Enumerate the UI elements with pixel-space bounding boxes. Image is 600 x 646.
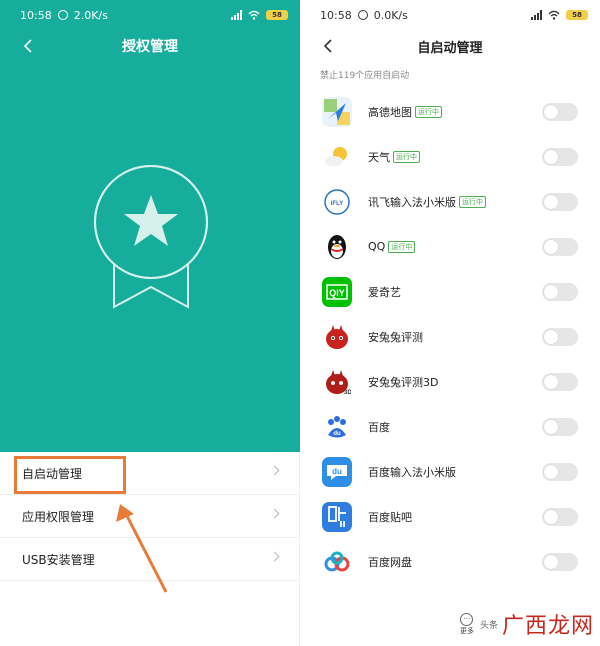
app-row: du 百度输入法小米版 <box>300 449 600 494</box>
more-icon: ··· <box>460 612 474 626</box>
baidu-pan-icon <box>322 546 352 577</box>
iflytek-icon: iFLY <box>322 186 352 217</box>
source-watermark: ··· 更多 头条 广西龙网 <box>460 608 594 640</box>
pointer-arrow-icon <box>116 504 168 593</box>
status-time: 10:58 <box>20 8 52 22</box>
autostart-toggle[interactable] <box>542 148 578 166</box>
autostart-toggle[interactable] <box>542 373 578 391</box>
page-title: 自启动管理 <box>417 40 483 56</box>
running-badge: 运行中 <box>388 240 416 253</box>
menu-item-label: 应用权限管理 <box>22 509 95 524</box>
autostart-toggle[interactable] <box>542 508 578 526</box>
iqiyi-icon: QIY <box>322 276 352 307</box>
app-row: iFLY 讯飞输入法小米版 运行中 <box>300 179 600 224</box>
app-name: 天气 <box>368 150 390 164</box>
app-row: du 百度 <box>300 404 600 449</box>
network-speed: 2.0K/s <box>73 8 108 22</box>
status-bar: 10:58 2.0K/s 58 <box>0 0 300 30</box>
qq-icon <box>322 231 352 262</box>
app-name: 百度网盘 <box>368 555 412 569</box>
autostart-screen: 10:58 0.0K/s 58 自启动管理 禁止119个应用自启动 高德地图 运行… <box>300 0 600 646</box>
baidu-icon: du <box>322 411 352 442</box>
authorization-screen: 10:58 2.0K/s 58 授权管理 自启动管理 应用权限管理 USB安装管… <box>0 0 300 646</box>
back-arrow-icon[interactable] <box>18 36 38 56</box>
antutu-icon <box>322 321 352 352</box>
autostart-toggle[interactable] <box>542 193 578 211</box>
signal-icon <box>231 10 242 20</box>
baidu-ime-icon: du <box>322 456 352 487</box>
app-row: 百度贴吧 <box>300 494 600 539</box>
chevron-right-icon <box>269 508 280 519</box>
autostart-toggle[interactable] <box>542 463 578 481</box>
app-row: 百度网盘 <box>300 539 600 584</box>
back-arrow-icon[interactable] <box>318 36 338 56</box>
app-row: QIY 爱奇艺 <box>300 269 600 314</box>
signal-icon <box>531 10 542 20</box>
app-row: QQ 运行中 <box>300 224 600 269</box>
alarm-icon <box>57 10 68 20</box>
app-row: 高德地图 运行中 <box>300 89 600 134</box>
wifi-icon <box>548 10 560 20</box>
app-name: 百度贴吧 <box>368 510 412 524</box>
svg-text:iFLY: iFLY <box>331 201 343 207</box>
network-speed: 0.0K/s <box>373 8 408 22</box>
hero-banner: 10:58 2.0K/s 58 授权管理 <box>0 0 300 452</box>
running-badge: 运行中 <box>459 195 486 208</box>
antutu3d-icon: 3D <box>322 366 352 397</box>
page-title: 授权管理 <box>122 39 178 55</box>
watermark-source: 头条 <box>479 620 498 631</box>
svg-text:QIY: QIY <box>329 288 345 298</box>
disabled-count-label: 禁止119个应用自启动 <box>320 71 410 81</box>
autostart-toggle[interactable] <box>542 418 578 436</box>
award-badge-icon <box>94 165 208 309</box>
more-button[interactable]: ··· 更多 <box>459 612 474 636</box>
battery-icon: 58 <box>566 10 588 20</box>
top-nav: 自启动管理 <box>300 30 600 62</box>
battery-icon: 58 <box>266 10 288 20</box>
tieba-icon <box>322 501 352 532</box>
wifi-icon <box>248 10 260 20</box>
status-bar: 10:58 0.0K/s 58 <box>300 0 600 30</box>
app-name: 爱奇艺 <box>368 285 401 299</box>
watermark-logo: 广西龙网 <box>501 614 594 639</box>
chevron-right-icon <box>269 465 280 476</box>
app-name: 讯飞输入法小米版 <box>368 195 456 209</box>
running-badge: 运行中 <box>393 150 420 163</box>
app-name: QQ <box>368 240 386 253</box>
app-name: 安兔兔评测 <box>368 330 423 344</box>
highlight-box <box>14 456 126 494</box>
menu-item-label: USB安装管理 <box>22 552 95 567</box>
autostart-toggle[interactable] <box>542 553 578 571</box>
amap-icon <box>322 96 352 127</box>
autostart-toggle[interactable] <box>542 103 578 121</box>
app-row: 天气 运行中 <box>300 134 600 179</box>
svg-text:du: du <box>332 467 342 476</box>
app-row: 安兔兔评测 <box>300 314 600 359</box>
svg-text:3D: 3D <box>344 390 351 396</box>
autostart-toggle[interactable] <box>542 283 578 301</box>
app-name: 百度 <box>368 420 390 434</box>
alarm-icon <box>357 10 368 20</box>
autostart-toggle[interactable] <box>542 238 578 256</box>
app-name: 百度输入法小米版 <box>368 465 456 479</box>
app-list: 高德地图运行中 天气运行中 iFLY 讯飞输入法小米版运行中 QQ运行中 <box>300 89 600 584</box>
weather-icon <box>322 141 352 172</box>
status-time: 10:58 <box>320 8 352 22</box>
app-name: 安兔兔评测3D <box>368 375 439 389</box>
svg-text:du: du <box>333 431 341 437</box>
app-name: 高德地图 <box>368 105 412 119</box>
more-label: 更多 <box>459 626 474 635</box>
chevron-right-icon <box>269 551 280 562</box>
autostart-toggle[interactable] <box>542 328 578 346</box>
top-nav: 授权管理 <box>0 30 300 62</box>
app-row: 3D 安兔兔评测3D <box>300 359 600 404</box>
running-badge: 运行中 <box>415 105 442 118</box>
